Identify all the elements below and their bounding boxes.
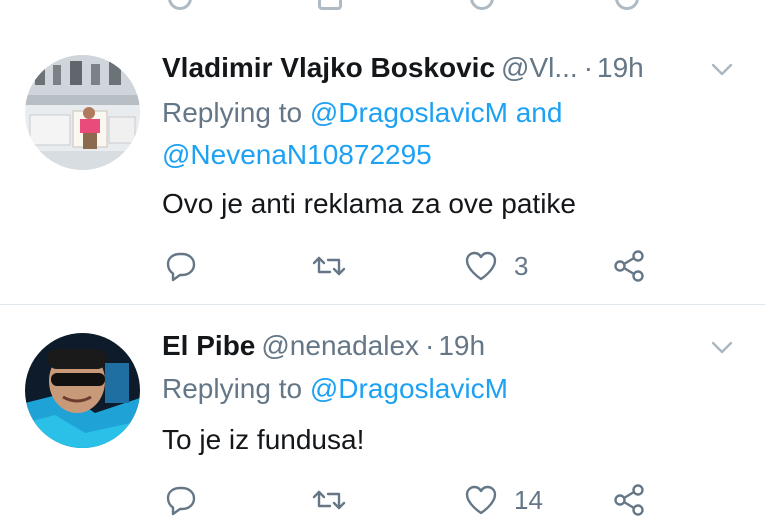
heart-icon[interactable] bbox=[470, 0, 494, 10]
replying-to: Replying to @DragoslavicM bbox=[162, 368, 725, 410]
mention-link[interactable]: @NevenaN10872295 bbox=[162, 139, 432, 170]
retweet-icon bbox=[312, 256, 346, 276]
tweet[interactable]: Vladimir Vlajko Boskovic @Vl... · 19h Reply… bbox=[0, 34, 765, 305]
reply-icon[interactable] bbox=[168, 0, 192, 10]
separator-dot: · bbox=[425, 330, 435, 361]
avatar[interactable] bbox=[25, 55, 140, 170]
reply-button[interactable] bbox=[162, 478, 200, 522]
tweet-actions: 3 bbox=[162, 244, 662, 288]
chevron-down-icon[interactable] bbox=[709, 334, 735, 360]
mention-conjunction[interactable]: and bbox=[516, 97, 563, 128]
timestamp[interactable]: 19h bbox=[597, 52, 644, 83]
display-name[interactable]: Vladimir Vlajko Boskovic bbox=[162, 52, 495, 83]
display-name[interactable]: El Pibe bbox=[162, 330, 255, 361]
retweet-button[interactable] bbox=[310, 244, 348, 288]
heart-icon bbox=[465, 485, 497, 515]
replying-to-label: Replying to bbox=[162, 97, 303, 128]
like-button[interactable]: 3 bbox=[462, 244, 528, 288]
tweet-header: Vladimir Vlajko Boskovic @Vl... · 19h bbox=[162, 48, 745, 88]
retweet-button[interactable] bbox=[310, 478, 348, 522]
timestamp[interactable]: 19h bbox=[438, 330, 485, 361]
share-button[interactable] bbox=[610, 478, 648, 522]
tweet-actions: 14 bbox=[162, 478, 662, 522]
tweet-text: Ovo je anti reklama za ove patike bbox=[162, 188, 576, 219]
tweet-header: El Pibe @nenadalex · 19h bbox=[162, 326, 745, 366]
share-button[interactable] bbox=[610, 244, 648, 288]
like-count: 14 bbox=[514, 484, 543, 515]
replying-to: Replying to @DragoslavicM and @NevenaN10… bbox=[162, 92, 725, 176]
mention-link[interactable]: @DragoslavicM bbox=[310, 97, 508, 128]
reply-icon bbox=[166, 252, 196, 282]
reply-button[interactable] bbox=[162, 244, 200, 288]
reply-icon bbox=[166, 486, 196, 516]
user-handle[interactable]: @nenadalex bbox=[261, 330, 419, 361]
retweet-icon bbox=[312, 490, 346, 510]
avatar[interactable] bbox=[25, 333, 140, 448]
previous-tweet-actions bbox=[0, 0, 765, 35]
like-button[interactable]: 14 bbox=[462, 478, 543, 522]
share-icon bbox=[614, 250, 644, 282]
share-icon bbox=[614, 484, 644, 516]
chevron-down-icon[interactable] bbox=[709, 56, 735, 82]
tweet[interactable]: El Pibe @nenadalex · 19h Replying to @Drago… bbox=[0, 306, 765, 516]
mention-link[interactable]: @DragoslavicM bbox=[310, 373, 508, 404]
replying-to-label: Replying to bbox=[162, 373, 303, 404]
heart-icon bbox=[465, 251, 497, 281]
tweet-text: To je iz fundusa! bbox=[162, 424, 365, 455]
like-count: 3 bbox=[514, 250, 529, 281]
separator-dot: · bbox=[583, 52, 594, 83]
retweet-icon[interactable] bbox=[318, 0, 342, 10]
user-handle[interactable]: @Vl... bbox=[501, 52, 578, 83]
share-icon[interactable] bbox=[615, 0, 639, 10]
